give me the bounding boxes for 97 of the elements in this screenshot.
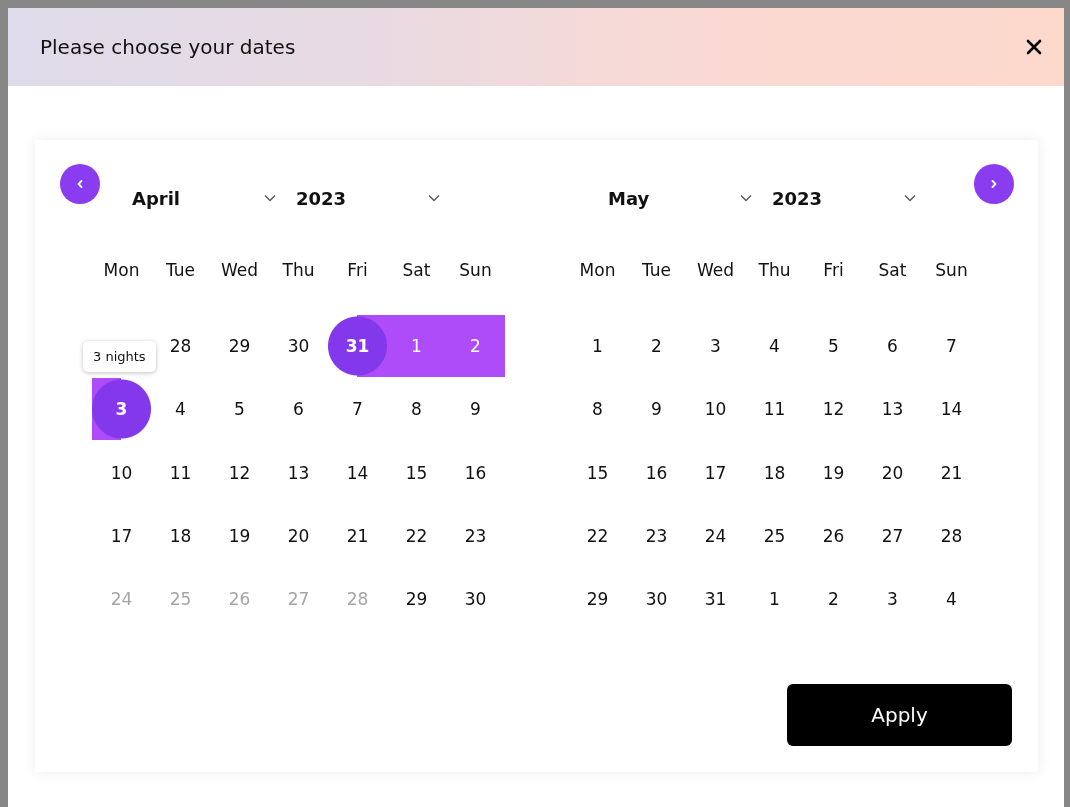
calendar-day[interactable]: 3 xyxy=(92,378,151,441)
calendar-day[interactable]: 21 xyxy=(328,504,387,567)
calendar-day[interactable]: 22 xyxy=(568,504,627,567)
calendar-day[interactable]: 30 xyxy=(627,568,686,631)
calendar-day[interactable]: 31 xyxy=(686,568,745,631)
year-value: 2023 xyxy=(772,187,823,209)
weekday-label: Sat xyxy=(877,260,908,280)
calendar-day[interactable]: 4 xyxy=(745,315,804,377)
calendar-day[interactable]: 1 xyxy=(745,568,804,631)
calendar-day[interactable]: 30 xyxy=(446,568,505,631)
calendar-day[interactable]: 16 xyxy=(627,441,686,504)
weekday-label: Mon xyxy=(578,260,617,280)
calendar-day[interactable]: 8 xyxy=(387,378,446,441)
calendar-day[interactable]: 6 xyxy=(863,315,922,377)
calendar-day[interactable]: 2 xyxy=(804,568,863,631)
calendar-day[interactable]: 27 xyxy=(863,504,922,567)
calendar-day[interactable]: 15 xyxy=(387,441,446,504)
apply-button[interactable]: Apply xyxy=(787,684,1012,746)
calendar-day[interactable]: 17 xyxy=(686,441,745,504)
calendar-day[interactable]: 5 xyxy=(804,315,863,377)
calendar-day[interactable]: 13 xyxy=(269,441,328,504)
calendar-day[interactable]: 11 xyxy=(745,378,804,441)
calendar-day[interactable]: 1 xyxy=(387,315,446,377)
previous-month-button[interactable] xyxy=(60,164,100,204)
calendar-day[interactable]: 28 xyxy=(922,504,981,567)
calendar-day[interactable]: 11 xyxy=(151,441,210,504)
calendar-day[interactable]: 26 xyxy=(804,504,863,567)
calendar-day[interactable]: 16 xyxy=(446,441,505,504)
calendar-day[interactable]: 21 xyxy=(922,441,981,504)
calendar-day[interactable]: 6 xyxy=(269,378,328,441)
year-select[interactable]: 2023 xyxy=(286,178,446,218)
month-select[interactable]: April xyxy=(122,178,282,218)
calendar-day[interactable]: 23 xyxy=(446,504,505,567)
weekday-label: Sun xyxy=(934,260,969,280)
chevron-down-icon xyxy=(264,194,276,202)
calendar-day[interactable]: 4 xyxy=(151,378,210,441)
weekday-label: Tue xyxy=(164,260,196,280)
weekday-label: Fri xyxy=(346,260,369,280)
weekday-label: Tue xyxy=(640,260,672,280)
calendar-day[interactable]: 2 xyxy=(446,315,505,377)
calendar-day[interactable]: 24 xyxy=(686,504,745,567)
calendar-day[interactable]: 19 xyxy=(804,441,863,504)
weekday-label: Mon xyxy=(102,260,141,280)
calendar-day[interactable]: 20 xyxy=(863,441,922,504)
calendar-day[interactable]: 12 xyxy=(210,441,269,504)
calendar-day[interactable]: 17 xyxy=(92,504,151,567)
calendar-day[interactable]: 10 xyxy=(92,441,151,504)
dialog-title: Please choose your dates xyxy=(40,35,296,59)
calendar-day[interactable]: 19 xyxy=(210,504,269,567)
calendar-day[interactable]: 14 xyxy=(328,441,387,504)
calendar-day[interactable]: 18 xyxy=(151,504,210,567)
weekday-label: Sun xyxy=(458,260,493,280)
weekday-label: Thu xyxy=(757,260,792,280)
calendar-day[interactable]: 3 xyxy=(686,315,745,377)
chevron-right-icon xyxy=(989,179,999,189)
weekday-label: Fri xyxy=(822,260,845,280)
chevron-down-icon xyxy=(904,194,916,202)
year-value: 2023 xyxy=(296,187,347,209)
calendar-day[interactable]: 7 xyxy=(922,315,981,377)
calendar-day[interactable]: 9 xyxy=(446,378,505,441)
calendar-day[interactable]: 22 xyxy=(387,504,446,567)
calendar-day[interactable]: 25 xyxy=(745,504,804,567)
calendar-day[interactable]: 23 xyxy=(627,504,686,567)
calendar-day[interactable]: 13 xyxy=(863,378,922,441)
next-month-button[interactable] xyxy=(974,164,1014,204)
weekday-label: Wed xyxy=(219,260,260,280)
calendar-day[interactable]: 18 xyxy=(745,441,804,504)
weekday-label: Wed xyxy=(695,260,736,280)
weekday-label: Thu xyxy=(281,260,316,280)
month-name: April xyxy=(132,187,181,209)
calendar-day[interactable]: 7 xyxy=(328,378,387,441)
calendar-day[interactable]: 9 xyxy=(627,378,686,441)
calendar-day[interactable]: 20 xyxy=(269,504,328,567)
calendar-day[interactable]: 3 xyxy=(863,568,922,631)
calendar-day[interactable]: 29 xyxy=(568,568,627,631)
calendar-day[interactable]: 4 xyxy=(922,568,981,631)
calendar-day[interactable]: 10 xyxy=(686,378,745,441)
year-select[interactable]: 2023 xyxy=(762,178,922,218)
chevron-down-icon xyxy=(428,194,440,202)
chevron-down-icon xyxy=(740,194,752,202)
calendar-day[interactable]: 14 xyxy=(922,378,981,441)
chevron-left-icon xyxy=(75,179,85,189)
calendar-day[interactable]: 30 xyxy=(269,315,328,377)
calendar-day[interactable]: 29 xyxy=(210,315,269,377)
calendar-day[interactable]: 15 xyxy=(568,441,627,504)
calendar-day[interactable]: 1 xyxy=(568,315,627,377)
calendar-day[interactable]: 2 xyxy=(627,315,686,377)
month-select[interactable]: May xyxy=(598,178,758,218)
calendar-day[interactable]: 31 xyxy=(328,315,387,377)
tooltip: 3 nights xyxy=(83,341,156,373)
calendar-day[interactable]: 29 xyxy=(387,568,446,631)
weekday-label: Sat xyxy=(401,260,432,280)
calendar-day[interactable]: 12 xyxy=(804,378,863,441)
calendar-day[interactable]: 8 xyxy=(568,378,627,441)
month-name: May xyxy=(608,187,650,209)
close-icon[interactable] xyxy=(1026,39,1042,55)
calendar-day[interactable]: 5 xyxy=(210,378,269,441)
